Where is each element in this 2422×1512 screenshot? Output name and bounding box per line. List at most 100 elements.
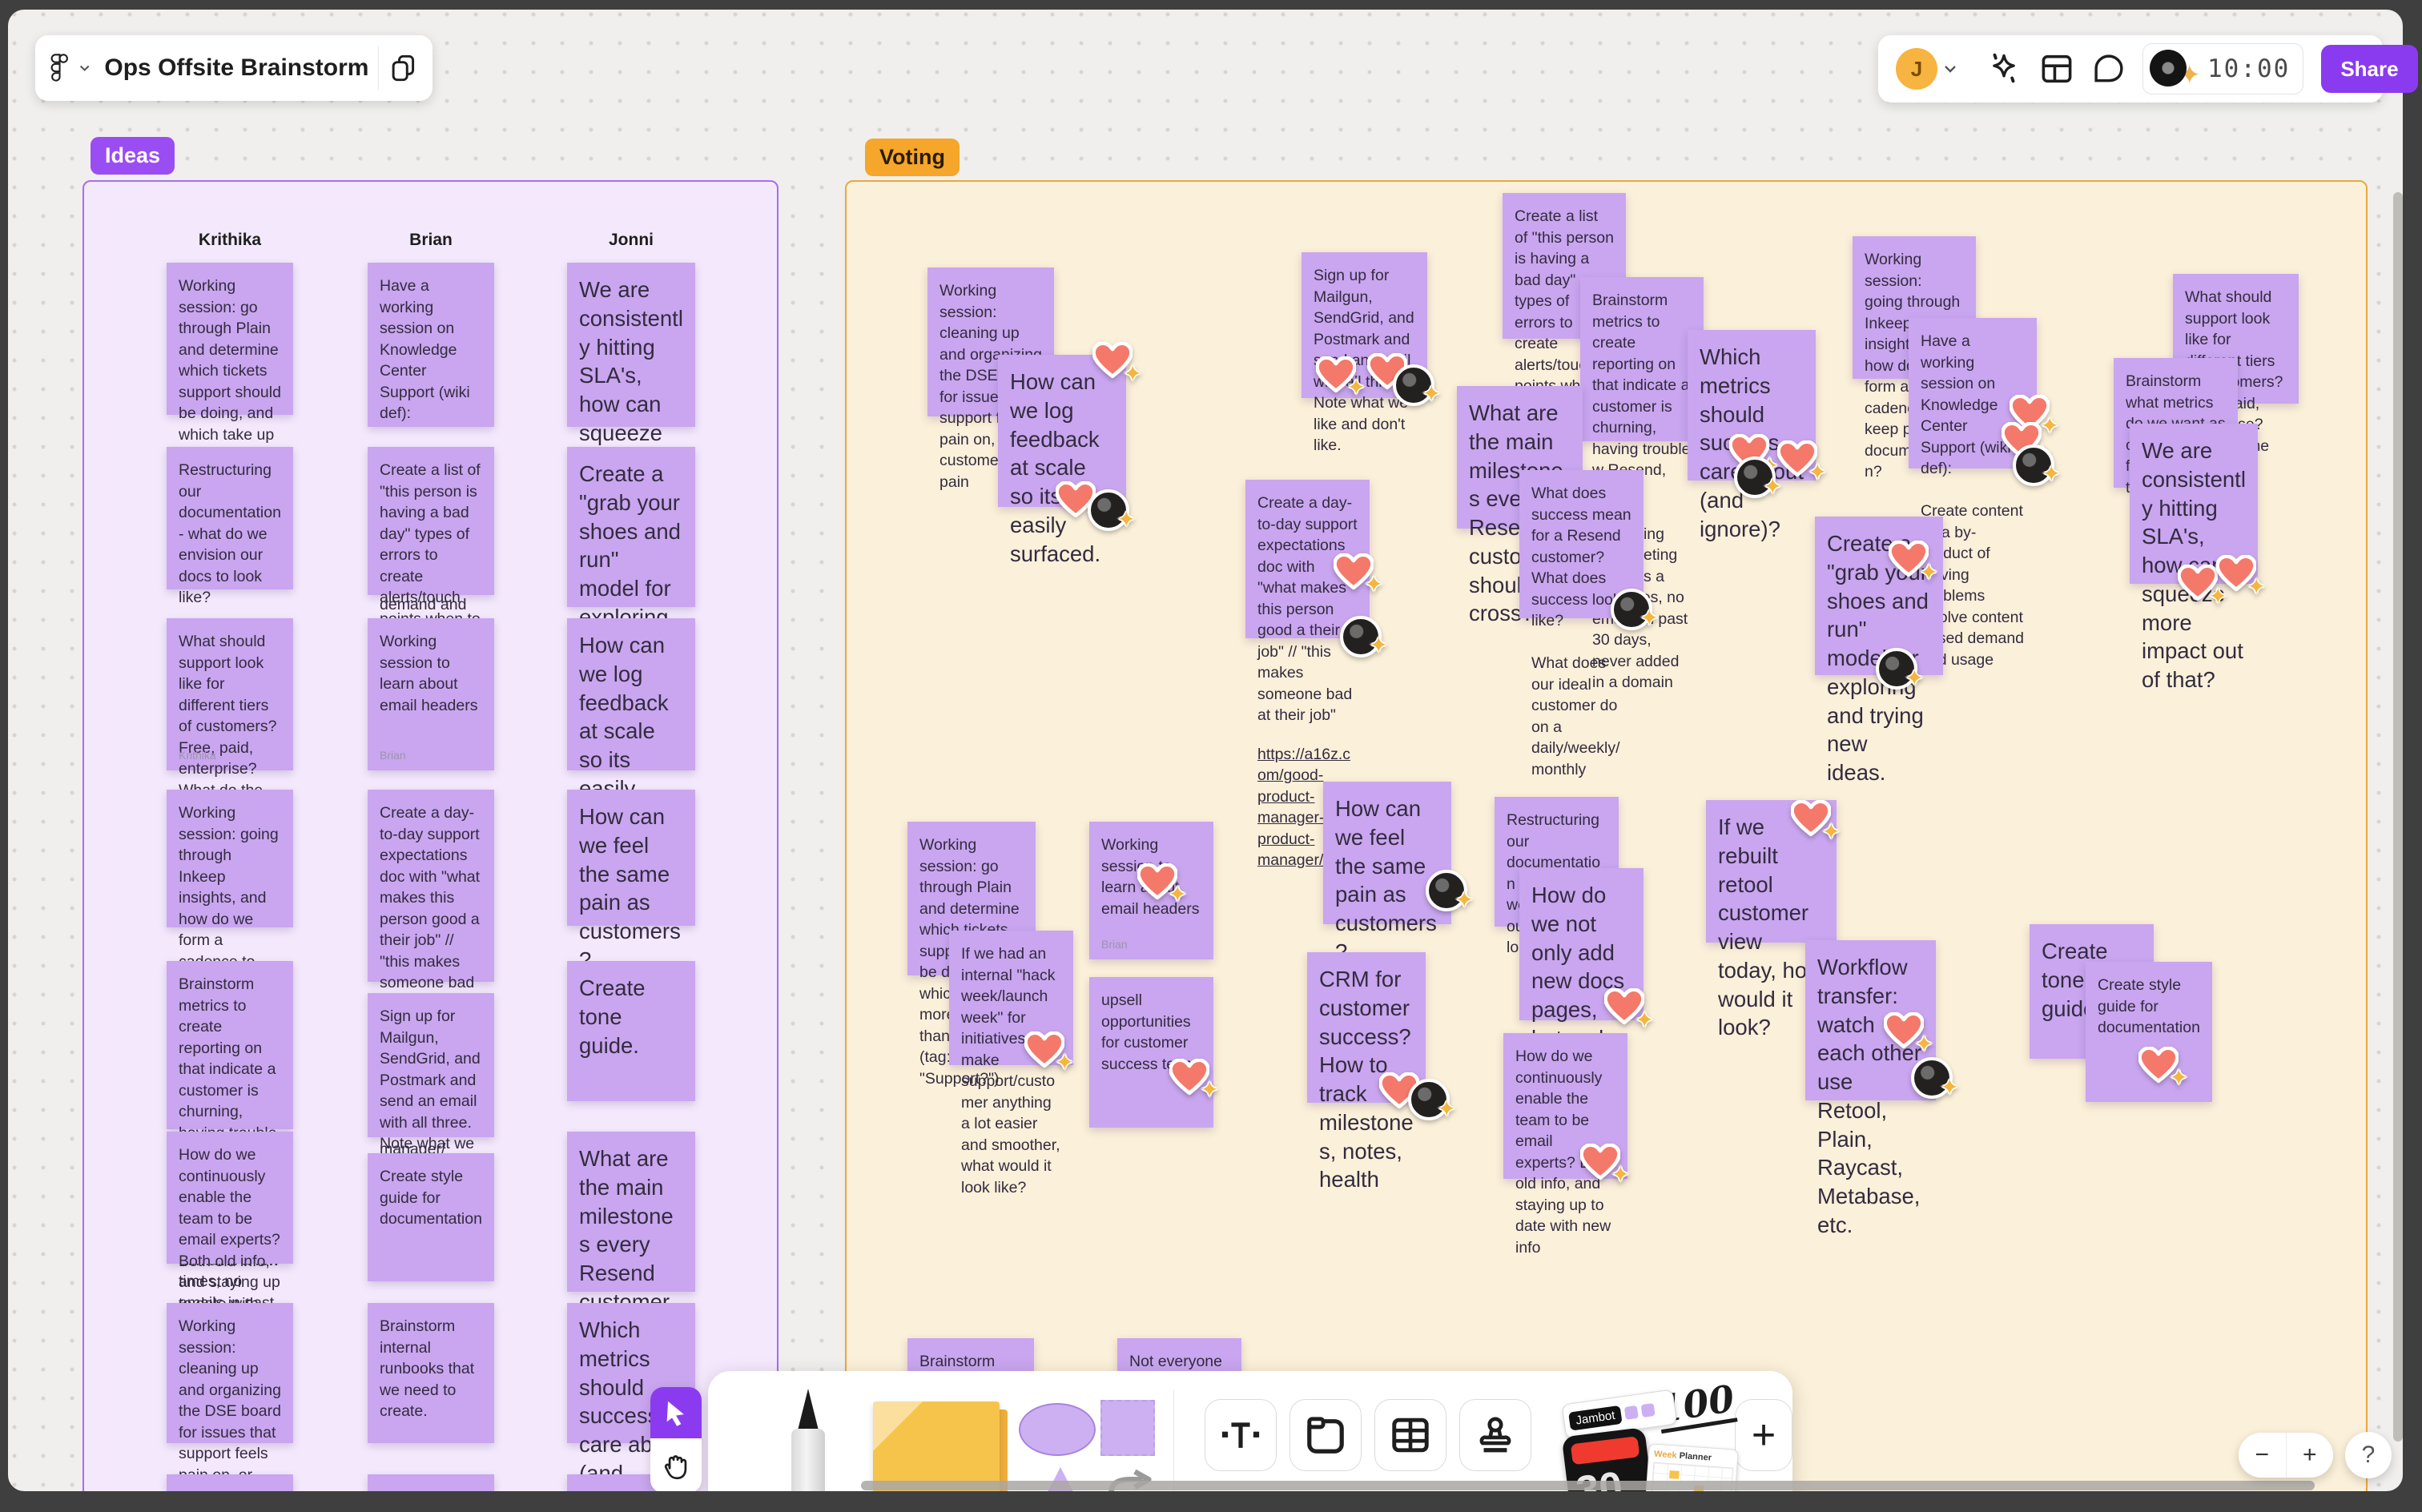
whiteboard-canvas[interactable]: Ideas Voting Krithika Brian Jonni Workin… (8, 10, 2403, 1491)
sticky-note[interactable]: Have a working session on Knowledge Cent… (368, 263, 494, 634)
zoom-out-button[interactable]: − (2239, 1433, 2287, 1478)
section-label-voting[interactable]: Voting (865, 139, 960, 176)
vertical-scrollbar[interactable] (2393, 192, 2403, 1442)
music-record-icon: ✦ (2150, 46, 2201, 91)
section-tool[interactable] (1289, 1399, 1362, 1471)
sticky-note[interactable]: How can we log feedback at scale so its … (998, 342, 1142, 566)
zoom-in-button[interactable]: + (2287, 1433, 2334, 1478)
sticky-note[interactable]: How do we not only add new docs pages, b… (1519, 868, 1654, 1136)
sticky-note[interactable]: Working session: go through Plain and de… (167, 263, 293, 529)
sticky-note[interactable]: Create tone guide. (567, 961, 695, 1101)
sticky-note[interactable]: Create style guide for documentation ✦ (2086, 962, 2212, 1102)
sticky-note[interactable]: What should support look like for differ… (167, 618, 293, 842)
chevron-down-icon[interactable] (79, 63, 90, 73)
select-tool[interactable] (650, 1387, 702, 1438)
ai-sparkle-icon[interactable] (1985, 50, 2022, 87)
table-tool[interactable] (1374, 1399, 1446, 1471)
sticky-note[interactable]: Working session: cleaning up and organiz… (167, 1303, 293, 1491)
board-background[interactable]: Ideas Voting Krithika Brian Jonni Workin… (8, 10, 2403, 1491)
avatar[interactable]: J (1896, 48, 1937, 90)
sticky-note[interactable]: Brainstorm internal (907, 1338, 1034, 1373)
add-tool-button[interactable]: + (1735, 1399, 1792, 1471)
widget-gallery[interactable]: 100 Jambot 30 Week Planner (1561, 1377, 1739, 1491)
section-label-ideas[interactable]: Ideas (91, 137, 175, 175)
sticky-note[interactable]: Create a "grab your shoes and run" model… (567, 447, 695, 715)
comment-bubble-icon[interactable] (2091, 51, 2126, 86)
sticky-note[interactable]: How can we feel the same pain as custome… (567, 790, 695, 972)
hand-tool[interactable] (650, 1438, 702, 1491)
heart-sticker-icon: ✦ (1580, 1144, 1630, 1187)
sticky-note[interactable]: Working session: going through Inkeep in… (167, 790, 293, 1034)
heart-sticker-icon: ✦ (1092, 342, 1142, 386)
sticky-note[interactable]: Create a day-to-day support expectations… (1245, 480, 1388, 869)
figma-logo-icon[interactable] (50, 50, 70, 86)
stamp-tool[interactable] (1458, 1399, 1531, 1471)
sticky-note[interactable]: How do we continuously enable the team t… (167, 1132, 293, 1333)
marker-tool[interactable] (780, 1389, 825, 1491)
sticky-note[interactable]: Brainstorm metrics to create reporting o… (1580, 277, 1704, 691)
avatar-sticker-icon: ✦ (1609, 587, 1659, 630)
sticky-note[interactable]: CRM for customer success? How to track m… (1307, 952, 1456, 1192)
chevron-down-icon[interactable] (1944, 64, 1957, 74)
sticky-note[interactable]: Which metrics should success care about … (1688, 330, 1827, 541)
duplicate-icon[interactable] (388, 49, 418, 87)
sticky-note[interactable]: Create a "grab your shoes and run" model… (1815, 517, 1943, 785)
page-title[interactable]: Ops Offsite Brainstorm (104, 54, 368, 82)
column-header-jonni: Jonni (609, 231, 654, 249)
sticky-note[interactable]: We are consistently hitting SLA's, how c… (2130, 424, 2266, 692)
heart-sticker-icon: ✦ (1889, 541, 1938, 585)
avatar-sticker-icon: ✦ (1086, 488, 1136, 532)
heart-sticker-icon: ✦ (1884, 1012, 1933, 1056)
sticky-note[interactable]: Workflow transfer: watch each other use … (1805, 940, 1959, 1237)
sticky-note[interactable]: How can we log feedback at scale so its … (567, 618, 695, 830)
template-layout-icon[interactable] (2038, 50, 2075, 87)
sticky-note[interactable]: What does success mean for a Resend cust… (167, 1474, 293, 1491)
sticky-note[interactable]: Working session to learn about email hea… (368, 618, 494, 770)
file-title-card: Ops Offsite Brainstorm (35, 35, 432, 101)
avatar-sticker-icon: ✦ (1338, 614, 1388, 657)
sticky-note[interactable]: Create a day-to-day support expectations… (368, 790, 494, 1158)
sticky-note[interactable]: What does success mean for a Resend cust… (1519, 470, 1659, 778)
sticky-note[interactable]: Restructuring our documentation - what d… (167, 447, 293, 606)
sticky-note[interactable]: Brainstorm what metrics do we want as ou… (368, 1474, 494, 1491)
heart-sticker-icon: ✦ (1334, 553, 1383, 597)
sticky-note-tool[interactable] (872, 1395, 1008, 1491)
sticky-note[interactable]: Create style guide for documentation (368, 1153, 494, 1281)
sticky-note[interactable]: Brainstorm metrics to create reporting o… (167, 961, 293, 1375)
toolbar-divider (1173, 1390, 1174, 1491)
shape-tool[interactable] (1019, 1393, 1156, 1491)
share-button[interactable]: Share (2321, 45, 2418, 93)
sticky-note[interactable]: Brainstorm internal runbooks that we nee… (368, 1303, 494, 1443)
sticky-note[interactable]: Working session to learn about email hea… (1089, 822, 1213, 959)
sticky-note[interactable]: How can we feel the same pain as custome… (1323, 782, 1474, 964)
sticky-note[interactable]: If we had an internal "hack week/launch … (949, 931, 1074, 1196)
note-author-label: Krithika (179, 748, 216, 762)
sticky-note[interactable]: Sign up for Mailgun, SendGrid, and Postm… (1302, 252, 1441, 454)
sticky-note[interactable]: How do we continuously enable the team t… (1503, 1033, 1630, 1257)
select-hand-tool-stack (650, 1387, 702, 1491)
sticky-note[interactable]: If we rebuilt retool customer view today… (1706, 800, 1841, 1040)
sticky-note[interactable]: upsell opportunities for customer succes… (1089, 977, 1219, 1128)
sticky-note[interactable]: Sign up for Mailgun, SendGrid, and Postm… (368, 993, 494, 1195)
bottom-toolbar: 100 Jambot 30 Week Planner + (708, 1371, 1792, 1491)
heart-sticker-icon: ✦ (2216, 555, 2266, 599)
divider (378, 46, 380, 90)
text-tool[interactable] (1204, 1399, 1277, 1471)
sticky-note[interactable]: Have a working session on Knowledge Cent… (1909, 318, 2061, 669)
heart-sticker-icon: ✦ (1169, 1059, 1219, 1102)
note-author-label: Brian (380, 748, 406, 762)
heart-sticker-icon: ✦ (2138, 1047, 2188, 1090)
column-header-krithika: Krithika (198, 231, 262, 249)
sticky-note[interactable]: We are consistently hitting SLA's, how c… (567, 263, 695, 531)
note-author-label: Brian (1101, 937, 1128, 951)
help-button[interactable]: ? (2345, 1432, 2392, 1478)
sticky-note[interactable]: Not everyone reads (1117, 1338, 1241, 1373)
avatar-sticker-icon: ✦ (1732, 455, 1782, 499)
sticky-note[interactable]: Create a list of "this person is having … (368, 447, 494, 670)
sticky-note[interactable]: What are the main milestones every Resen… (567, 1132, 695, 1371)
avatar-sticker-icon: ✦ (1424, 868, 1474, 912)
timer-widget[interactable]: ✦ 10:00 (2142, 43, 2304, 94)
ellipse-shape-icon (1019, 1403, 1096, 1456)
heart-sticker-icon: ✦ (1137, 863, 1187, 907)
horizontal-scrollbar[interactable] (861, 1481, 2315, 1490)
